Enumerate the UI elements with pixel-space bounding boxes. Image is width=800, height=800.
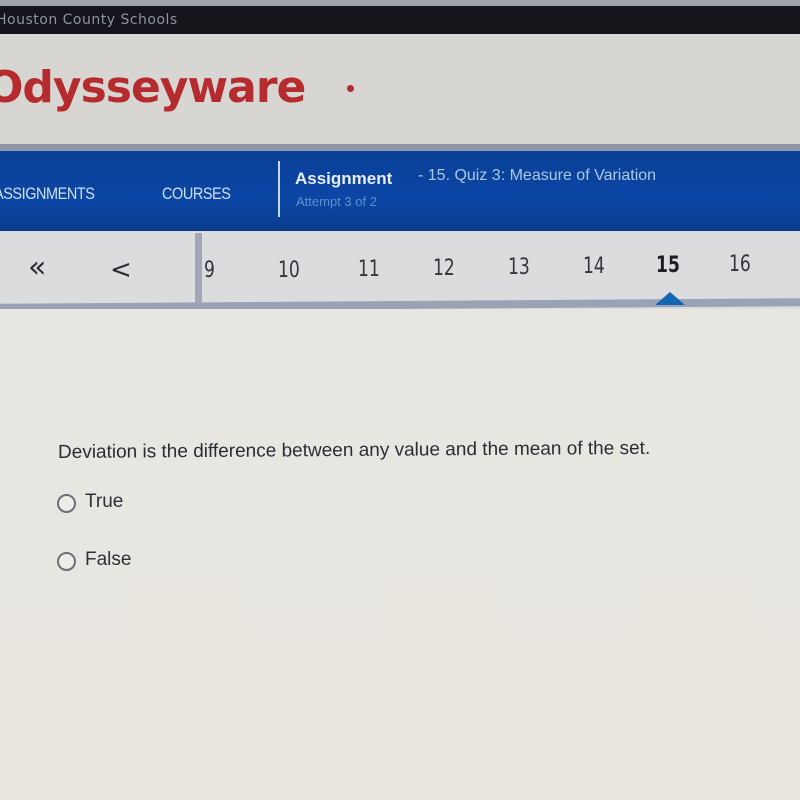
question-number-10[interactable]: 10 bbox=[278, 258, 300, 283]
question-number-13[interactable]: 13 bbox=[508, 255, 530, 280]
district-name: Houston County Schools bbox=[0, 12, 178, 28]
brand-logo-mark bbox=[347, 85, 354, 92]
question-number-16[interactable]: 16 bbox=[729, 252, 751, 277]
option-false[interactable]: False bbox=[57, 548, 132, 571]
nav-divider bbox=[278, 161, 280, 217]
question-text: Deviation is the difference between any … bbox=[57, 437, 651, 463]
question-number-14[interactable]: 14 bbox=[583, 254, 605, 279]
attempt-counter: Attempt 3 of 2 bbox=[296, 194, 377, 209]
double-chevron-left-icon[interactable]: « bbox=[28, 250, 46, 285]
nav-courses-link[interactable]: COURSES bbox=[162, 184, 231, 204]
question-nav-divider bbox=[195, 233, 202, 309]
option-true[interactable]: True bbox=[57, 490, 124, 513]
radio-false[interactable] bbox=[57, 552, 76, 571]
main-nav: ASSIGNMENTS COURSES Assignment - 15. Qui… bbox=[0, 151, 800, 231]
question-number-15-current[interactable]: 15 bbox=[656, 253, 680, 278]
option-true-label: True bbox=[85, 490, 124, 512]
radio-true[interactable] bbox=[57, 494, 76, 513]
question-number-9[interactable]: 9 bbox=[204, 258, 215, 283]
district-bar: Houston County Schools bbox=[0, 6, 800, 34]
nav-separator bbox=[0, 144, 800, 151]
brand-logo[interactable]: Odysseyware bbox=[0, 62, 306, 113]
assignment-name: - 15. Quiz 3: Measure of Variation bbox=[418, 167, 657, 184]
nav-assignments-link[interactable]: ASSIGNMENTS bbox=[0, 184, 95, 204]
option-false-label: False bbox=[85, 548, 132, 570]
current-question-marker bbox=[655, 292, 685, 305]
question-number-12[interactable]: 12 bbox=[433, 256, 455, 281]
question-number-11[interactable]: 11 bbox=[358, 257, 380, 282]
chevron-left-icon[interactable]: < bbox=[110, 255, 132, 285]
assignment-label: Assignment bbox=[295, 169, 393, 188]
